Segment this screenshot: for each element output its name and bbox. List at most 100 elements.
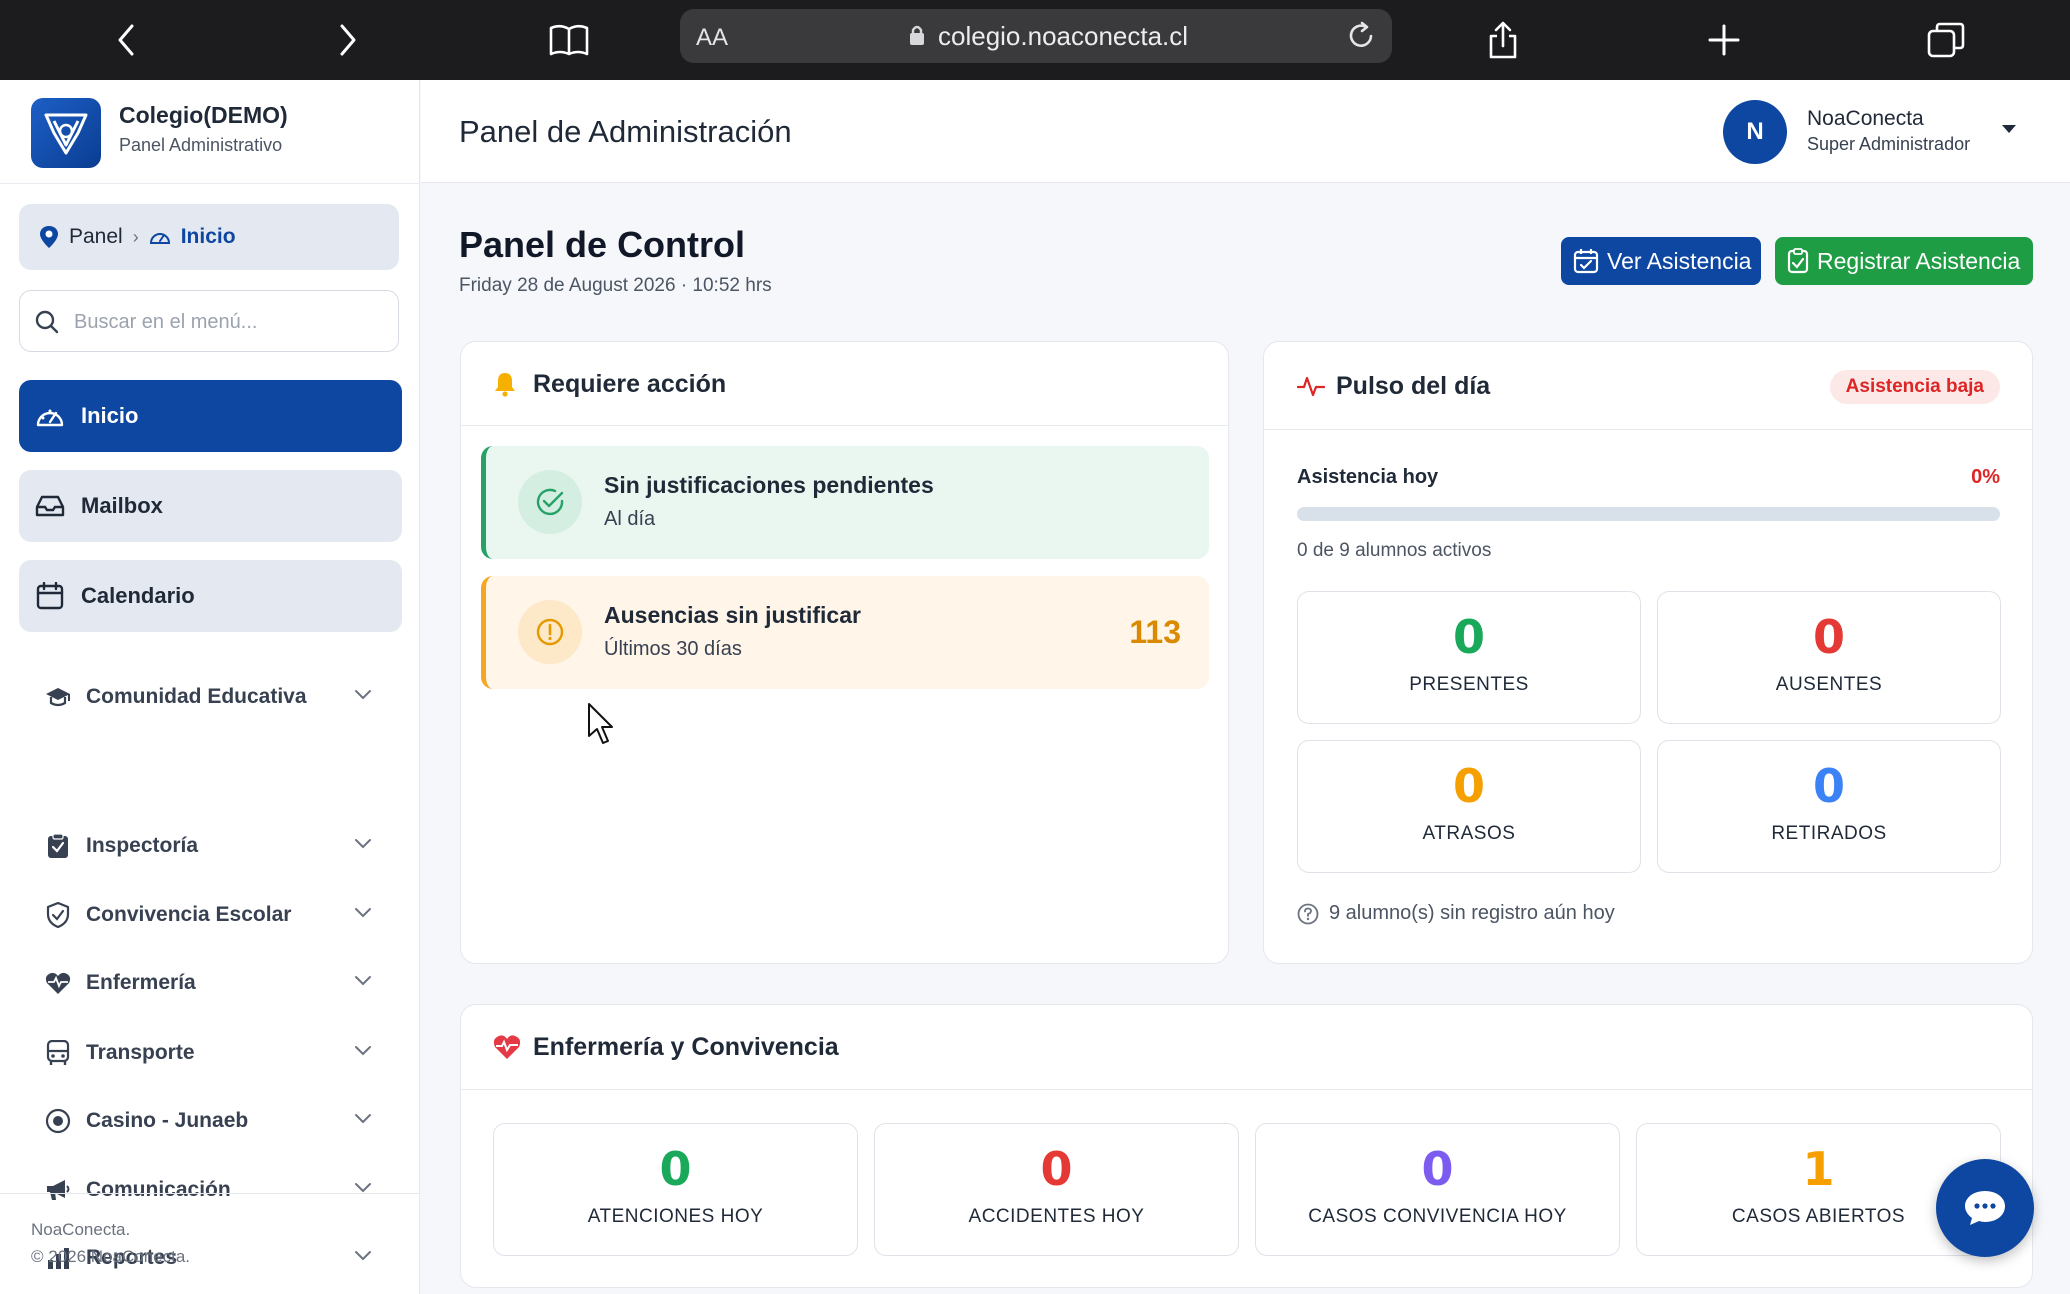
card-title: Enfermería y Convivencia bbox=[533, 1033, 839, 1061]
registrar-asistencia-label: Registrar Asistencia bbox=[1817, 247, 2021, 274]
calendar-check-icon bbox=[1573, 248, 1599, 274]
page-date: Friday 28 de August 2026 · 10:52 hrs bbox=[459, 275, 772, 296]
reload-icon[interactable] bbox=[1344, 19, 1378, 53]
stat-label: CASOS CONVIVENCIA HOY bbox=[1308, 1206, 1567, 1227]
registrar-asistencia-button[interactable]: Registrar Asistencia bbox=[1775, 237, 2033, 285]
stat-value: 0 bbox=[1421, 1142, 1454, 1196]
asistencia-label: Asistencia hoy bbox=[1297, 466, 1439, 488]
nav-convivencia-escolar[interactable]: Convivencia Escolar bbox=[45, 895, 380, 935]
nav-enfermeria[interactable]: Enfermería bbox=[45, 963, 380, 1003]
stat-label: AUSENTES bbox=[1775, 674, 1883, 695]
back-icon[interactable] bbox=[103, 16, 151, 64]
nav-inicio[interactable]: Inicio bbox=[19, 380, 402, 452]
pulso-del-dia-card: Pulso del día Asistencia baja Asistencia… bbox=[1263, 341, 2033, 964]
share-icon[interactable] bbox=[1479, 16, 1527, 64]
bookmarks-icon[interactable] bbox=[545, 16, 593, 64]
bus-icon bbox=[45, 1040, 71, 1066]
sidebar: Colegio(DEMO) Panel Administrativo Panel… bbox=[0, 80, 420, 1294]
calendar-icon bbox=[35, 582, 65, 610]
chevron-down-icon bbox=[354, 1113, 372, 1125]
nav-comunicacion[interactable]: Comunicación bbox=[45, 1170, 380, 1210]
breadcrumb-panel[interactable]: Panel bbox=[69, 225, 123, 249]
clipboard-icon bbox=[45, 833, 71, 859]
inbox-icon bbox=[35, 494, 65, 518]
card-title: Requiere acción bbox=[533, 370, 727, 398]
page-title: Panel de Control bbox=[459, 224, 746, 265]
bell-icon bbox=[494, 371, 516, 397]
stat-value: 0 bbox=[1452, 759, 1485, 813]
stat-value: 0 bbox=[1452, 610, 1485, 664]
requiere-accion-card: Requiere acción Sin justificaciones pend… bbox=[460, 341, 1229, 964]
lock-icon bbox=[908, 23, 926, 47]
card-title: Pulso del día bbox=[1336, 372, 1491, 400]
check-circle-icon bbox=[518, 470, 582, 534]
user-name[interactable]: NoaConecta bbox=[1807, 107, 1924, 131]
stat-retirados[interactable]: 0 RETIRADOS bbox=[1657, 740, 2001, 873]
nav-inspectoria[interactable]: Inspectoría bbox=[45, 826, 380, 866]
breadcrumb-current: Inicio bbox=[180, 225, 236, 248]
menu-search-input[interactable] bbox=[74, 305, 374, 339]
nav-enfermeria-label: Enfermería bbox=[86, 971, 196, 994]
asistencia-progress-bar bbox=[1297, 507, 2000, 521]
menu-search bbox=[19, 290, 399, 352]
stat-atenciones-hoy[interactable]: 0 ATENCIONES HOY bbox=[493, 1123, 858, 1256]
nav-casino-junaeb[interactable]: Casino - Junaeb bbox=[45, 1101, 380, 1141]
stat-ausentes[interactable]: 0 AUSENTES bbox=[1657, 591, 2001, 724]
card-header: Enfermería y Convivencia bbox=[461, 1005, 2032, 1090]
nav-inspectoria-label: Inspectoría bbox=[86, 834, 199, 857]
stat-value: 0 bbox=[1040, 1142, 1073, 1196]
enfermeria-convivencia-card: Enfermería y Convivencia 0 ATENCIONES HO… bbox=[460, 1004, 2033, 1288]
footer-copyright: © 2026 NoaConecta. bbox=[31, 1247, 191, 1266]
nav-comunicacion-label: Comunicación bbox=[86, 1178, 231, 1201]
header-title: Panel de Administración bbox=[459, 114, 792, 149]
nav-mailbox[interactable]: Mailbox bbox=[19, 470, 402, 542]
new-tab-icon[interactable] bbox=[1700, 16, 1748, 64]
alert-ausencias-sin-justificar[interactable]: Ausencias sin justificar Últimos 30 días… bbox=[481, 576, 1209, 689]
stat-casos-convivencia-hoy[interactable]: 0 CASOS CONVIVENCIA HOY bbox=[1255, 1123, 1620, 1256]
nav-casino-junaeb-label: Casino - Junaeb bbox=[86, 1109, 249, 1132]
heart-pulse-icon bbox=[493, 1034, 521, 1060]
megaphone-icon bbox=[45, 1177, 71, 1203]
stat-value: 0 bbox=[1812, 759, 1845, 813]
status-badge: Asistencia baja bbox=[1829, 370, 2000, 404]
browser-toolbar: AA colegio.noaconecta.cl bbox=[0, 0, 2070, 80]
nav-comunidad-educativa[interactable]: Comunidad Educativa bbox=[45, 677, 380, 717]
school-logo bbox=[31, 98, 101, 168]
chevron-down-icon bbox=[354, 838, 372, 850]
user-role: Super Administrador bbox=[1807, 134, 1971, 154]
stat-accidentes-hoy[interactable]: 0 ACCIDENTES HOY bbox=[874, 1123, 1239, 1256]
help-circle-icon bbox=[1297, 903, 1319, 925]
shield-icon bbox=[45, 902, 71, 928]
forward-icon[interactable] bbox=[323, 16, 371, 64]
nav-calendario[interactable]: Calendario bbox=[19, 560, 402, 632]
nav-comunidad-educativa-label: Comunidad Educativa bbox=[86, 685, 307, 708]
activity-icon bbox=[1297, 374, 1325, 398]
stat-label: ATRASOS bbox=[1422, 823, 1516, 844]
stat-atrasos[interactable]: 0 ATRASOS bbox=[1297, 740, 1641, 873]
url-bar[interactable]: AA colegio.noaconecta.cl bbox=[680, 9, 1392, 63]
avatar[interactable]: N bbox=[1723, 100, 1787, 164]
card-header: Requiere acción bbox=[461, 342, 1228, 426]
gauge-icon bbox=[149, 228, 171, 246]
nav-transporte-label: Transporte bbox=[86, 1041, 195, 1064]
stat-value: 0 bbox=[659, 1142, 692, 1196]
chat-button[interactable] bbox=[1936, 1159, 2034, 1257]
nav-transporte[interactable]: Transporte bbox=[45, 1033, 380, 1073]
sin-registro-note: 9 alumno(s) sin registro aún hoy bbox=[1297, 902, 1615, 925]
stat-label: PRESENTES bbox=[1409, 674, 1529, 695]
tabs-icon[interactable] bbox=[1922, 16, 1970, 64]
asistencia-percent: 0% bbox=[1971, 466, 2000, 488]
stat-presentes[interactable]: 0 PRESENTES bbox=[1297, 591, 1641, 724]
stat-label: ATENCIONES HOY bbox=[587, 1206, 764, 1227]
alert-sin-justificaciones[interactable]: Sin justificaciones pendientes Al día bbox=[481, 446, 1209, 559]
ver-asistencia-label: Ver Asistencia bbox=[1607, 247, 1752, 274]
brand-name: Colegio(DEMO) bbox=[119, 102, 288, 128]
alert-count: 113 bbox=[1129, 614, 1181, 650]
reader-aa-button[interactable]: AA bbox=[696, 24, 728, 52]
ver-asistencia-button[interactable]: Ver Asistencia bbox=[1561, 237, 1761, 285]
dashboard-icon bbox=[35, 403, 65, 429]
caret-down-icon[interactable] bbox=[2001, 124, 2017, 134]
chevron-down-icon bbox=[354, 975, 372, 987]
alert-subtitle: Últimos 30 días bbox=[604, 638, 742, 660]
breadcrumb-separator: › bbox=[132, 226, 139, 247]
